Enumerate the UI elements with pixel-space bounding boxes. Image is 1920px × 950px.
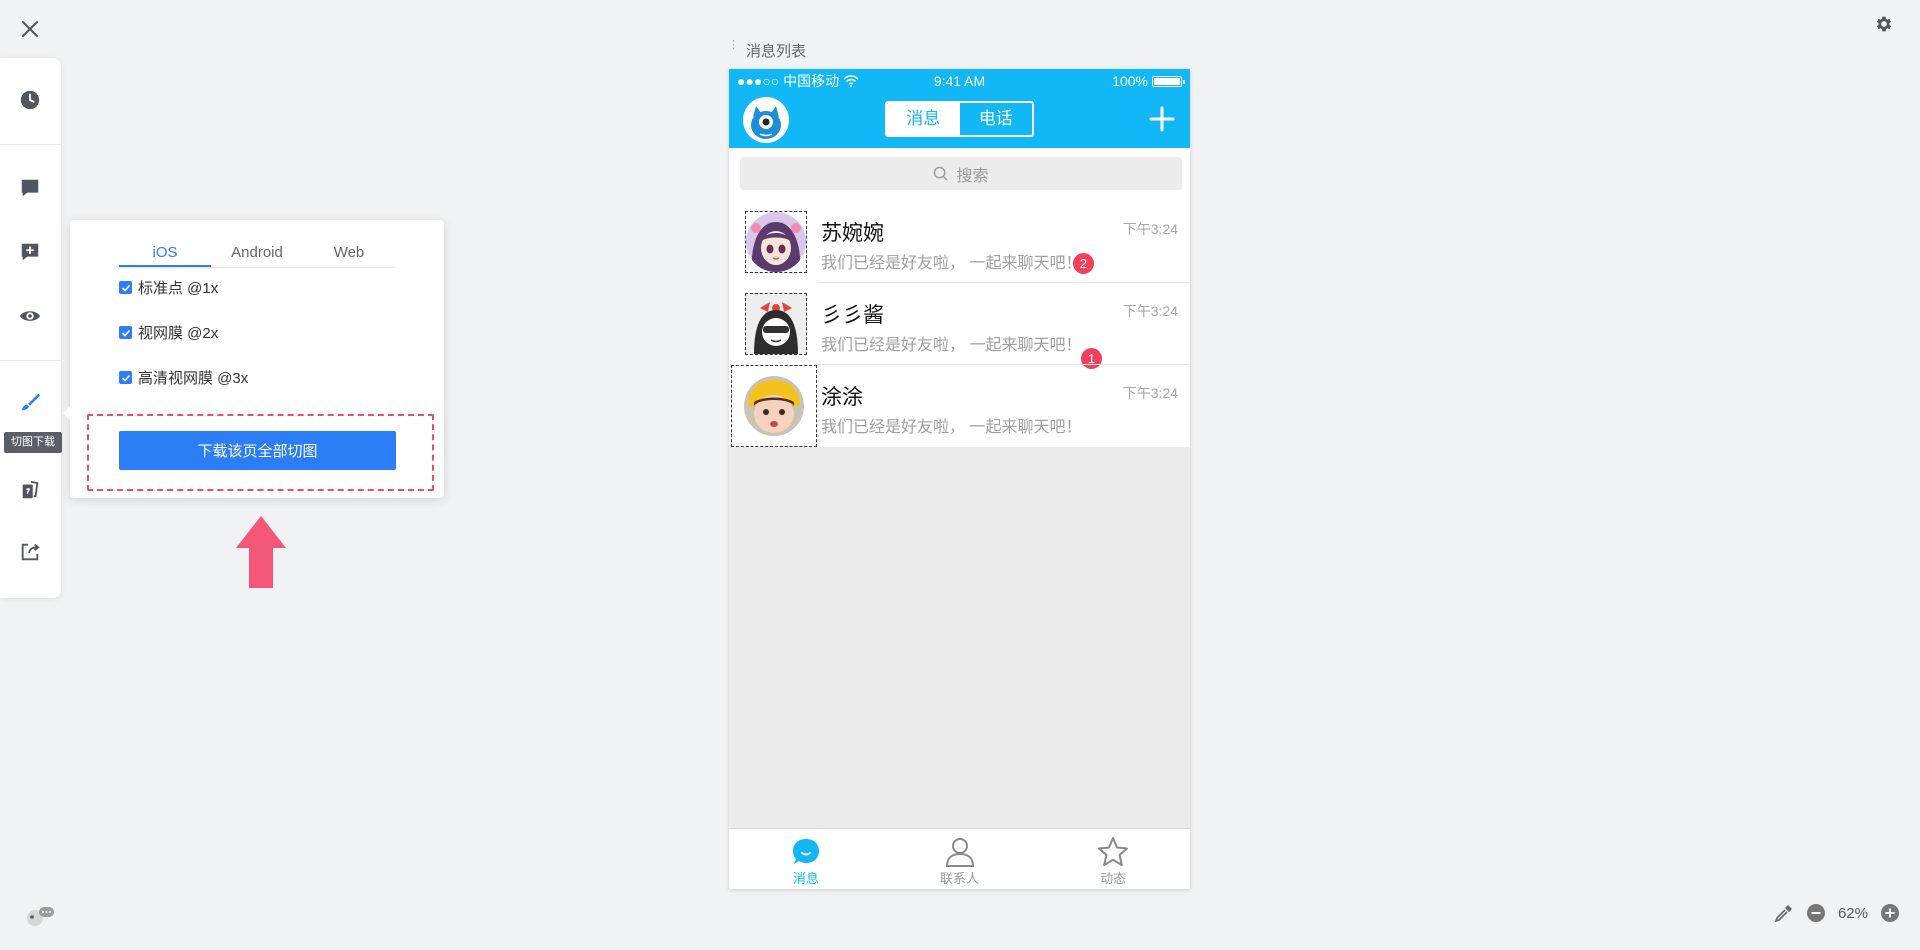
zoom-level: 62%: [1837, 904, 1868, 922]
clock-icon[interactable]: [18, 88, 42, 112]
avatar: [746, 212, 806, 272]
list-item[interactable]: 彡彡酱 我们已经是好友啦， 一起来聊天吧！ 下午3:24 1: [729, 283, 1190, 369]
comment-icon[interactable]: [18, 176, 42, 200]
message-preview: 我们已经是好友啦， 一起来聊天吧！: [821, 337, 1082, 354]
battery-icon: [1152, 75, 1185, 87]
segment-calls[interactable]: 电话: [960, 103, 1033, 135]
option-1x[interactable]: 标准点 @1x: [119, 277, 218, 298]
option-2x[interactable]: 视网膜 @2x: [119, 322, 218, 343]
list-item[interactable]: 苏婉婉 我们已经是好友啦， 一起来聊天吧！ 下午3:24 2: [729, 201, 1190, 283]
zoom-controls: 62%: [1774, 903, 1900, 923]
wifi-icon: [843, 75, 859, 87]
toolbar-divider: [0, 360, 61, 361]
close-icon[interactable]: [18, 17, 42, 41]
tab-label: 动态: [1100, 871, 1127, 886]
contact-name: 苏婉婉: [821, 222, 884, 245]
tab-messages[interactable]: 消息: [729, 829, 883, 889]
artboard-title-text: 消息列表: [746, 43, 807, 60]
tab-ios[interactable]: iOS: [119, 240, 211, 267]
tab-android[interactable]: Android: [211, 240, 303, 267]
platform-tabs: iOS Android Web: [119, 240, 395, 268]
conversation-list: 苏婉婉 我们已经是好友啦， 一起来聊天吧！ 下午3:24 2 彡彡酱 我们已经是…: [729, 201, 1190, 447]
eye-icon[interactable]: [18, 304, 42, 328]
message-preview: 我们已经是好友啦， 一起来聊天吧！: [821, 255, 1082, 272]
tab-bar: 消息 联系人 动态: [729, 828, 1190, 889]
avatar: [746, 294, 806, 354]
feedback-icon[interactable]: [24, 905, 56, 927]
checkbox-3x[interactable]: [119, 371, 132, 384]
star-icon: [1098, 837, 1129, 866]
unread-badge: 2: [1073, 253, 1094, 274]
message-time: 下午3:24: [1122, 221, 1178, 237]
contact-name: 涂涂: [821, 386, 863, 409]
search-icon: [934, 166, 949, 181]
avatar[interactable]: [743, 97, 789, 143]
gear-icon[interactable]: [1874, 14, 1894, 34]
option-label: 高清视网膜 @3x: [138, 370, 249, 387]
tab-label: 消息: [792, 871, 819, 886]
zoom-in-icon[interactable]: [1880, 903, 1900, 923]
toolbar-divider: [0, 144, 61, 145]
tab-moments[interactable]: 动态: [1036, 829, 1190, 889]
slice-download-panel: iOS Android Web 标准点 @1x 视网膜 @2x 高清视网膜 @3…: [63, 220, 444, 498]
artboard-title[interactable]: ⋮ 消息列表: [728, 39, 807, 61]
avatar-frame: [745, 211, 807, 273]
search-placeholder: 搜索: [956, 167, 989, 185]
comment-plus-icon[interactable]: [18, 240, 42, 264]
tab-contacts[interactable]: 联系人: [883, 829, 1037, 889]
search-input[interactable]: 搜索: [740, 157, 1182, 190]
battery-percent: 100%: [1112, 73, 1148, 89]
cards-icon[interactable]: [18, 478, 42, 502]
status-bar: ●●●○○ 中国移动 9:41 AM 100%: [737, 72, 1185, 90]
option-3x[interactable]: 高清视网膜 @3x: [119, 367, 248, 388]
brush-icon[interactable]: [18, 390, 42, 414]
list-item[interactable]: 涂涂 我们已经是好友啦， 一起来聊天吧！ 下午3:24: [729, 365, 1190, 447]
arrow-up-icon: [236, 516, 286, 588]
zoom-out-icon[interactable]: [1806, 903, 1826, 923]
message-preview: 我们已经是好友啦， 一起来聊天吧！: [821, 419, 1082, 436]
segment-messages[interactable]: 消息: [887, 103, 960, 135]
checkbox-1x[interactable]: [119, 281, 132, 294]
chat-bubble-icon: [792, 839, 819, 864]
message-time: 下午3:24: [1122, 385, 1178, 401]
phone-artboard: ●●●○○ 中国移动 9:41 AM 100% 消息 电话 搜索 苏婉婉 我们已…: [729, 69, 1190, 889]
tooltip: 切图下载: [4, 432, 62, 453]
contact-name: 彡彡酱: [821, 304, 884, 327]
eyedropper-icon[interactable]: [1774, 903, 1794, 923]
message-time: 下午3:24: [1122, 303, 1178, 319]
nav-bar: ●●●○○ 中国移动 9:41 AM 100% 消息 电话: [729, 69, 1190, 148]
download-all-button[interactable]: 下载该页全部切图: [119, 431, 396, 470]
search-area: 搜索: [729, 148, 1190, 201]
avatar-frame: [731, 365, 817, 447]
avatar-frame: [745, 293, 807, 355]
tab-web[interactable]: Web: [303, 240, 395, 267]
option-label: 视网膜 @2x: [138, 325, 219, 342]
segmented-control: 消息 电话: [885, 101, 1034, 137]
left-toolbar: [0, 58, 61, 598]
carrier: ●●●○○ 中国移动: [737, 73, 840, 89]
plus-icon[interactable]: [1148, 105, 1176, 133]
tab-label: 联系人: [940, 871, 980, 886]
drag-handle-icon[interactable]: ⋮: [728, 39, 739, 60]
share-icon[interactable]: [18, 540, 42, 564]
avatar: [744, 376, 804, 436]
person-icon: [945, 838, 974, 867]
option-label: 标准点 @1x: [138, 280, 219, 297]
checkbox-2x[interactable]: [119, 326, 132, 339]
